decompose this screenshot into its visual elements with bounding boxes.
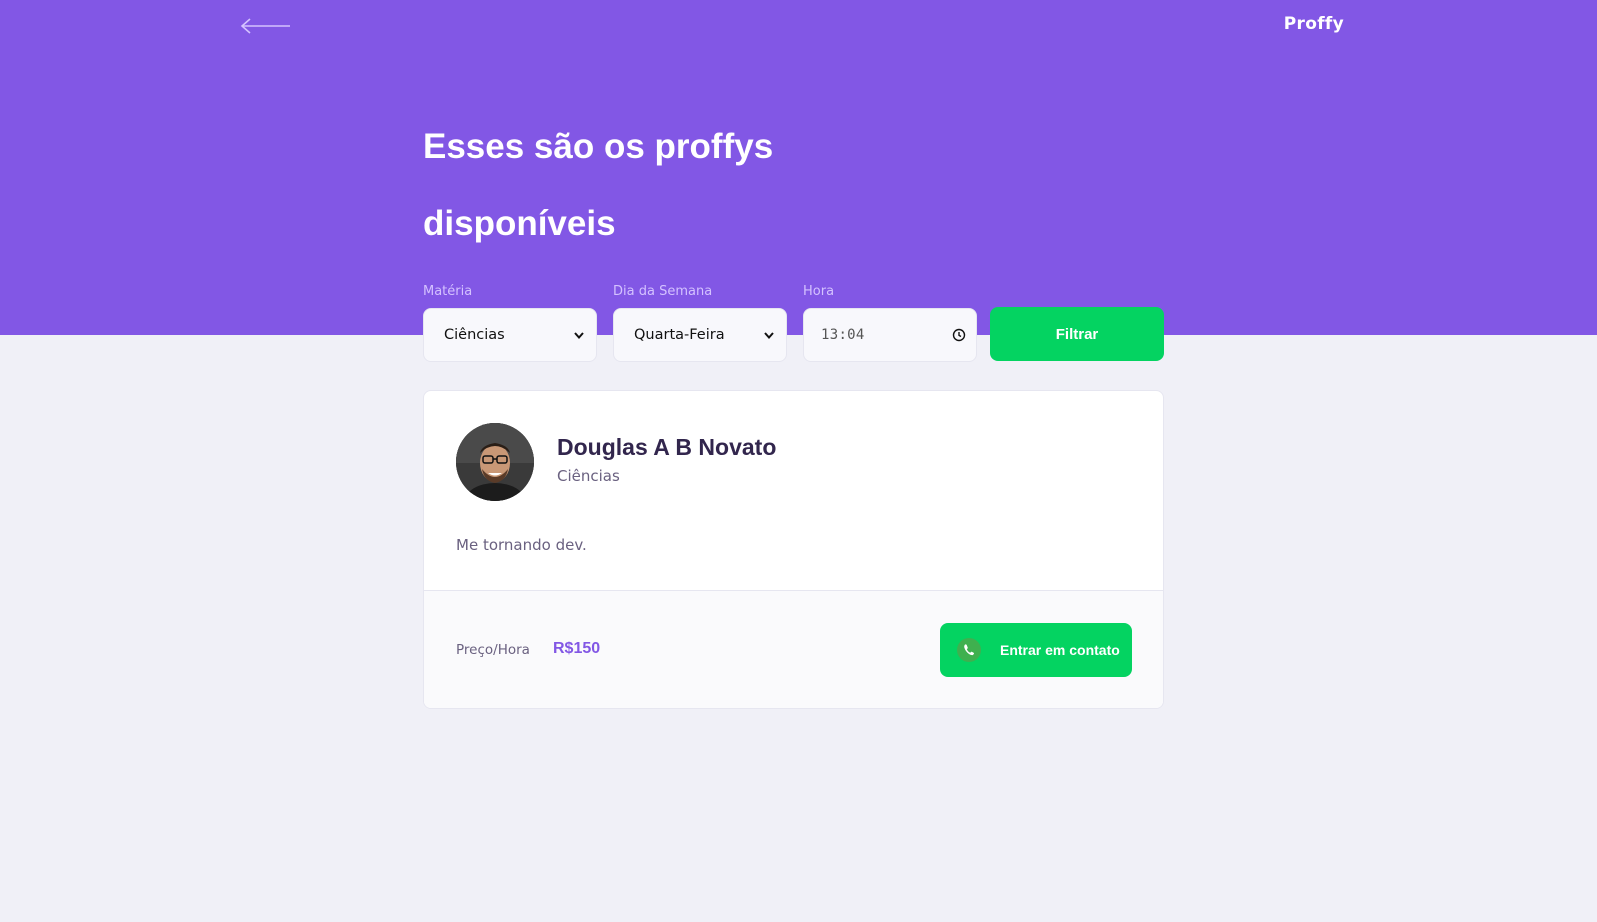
time-input[interactable]: 13:04 <box>803 308 977 362</box>
time-input-value: 13:04 <box>821 327 865 343</box>
weekday-select-value: Quarta-Feira <box>634 327 725 343</box>
logo: Proffy <box>1283 14 1344 34</box>
time-field: Hora 13:04 <box>803 282 977 362</box>
avatar-photo <box>456 423 534 501</box>
chevron-down-icon <box>574 332 584 340</box>
weekday-label: Dia da Semana <box>613 284 713 299</box>
contact-button[interactable]: Entrar em contato <box>940 623 1132 677</box>
subject-select-value: Ciências <box>444 327 505 343</box>
teacher-name: Douglas A B Novato <box>557 434 777 460</box>
price-label: Preço/Hora <box>456 642 530 658</box>
teacher-bio: Me tornando dev. <box>456 536 587 554</box>
price-value: R$150 <box>553 640 601 657</box>
filter-button[interactable]: Filtrar <box>990 307 1164 361</box>
whatsapp-icon <box>957 638 981 662</box>
contact-button-label: Entrar em contato <box>1000 642 1120 658</box>
page-title: Esses são os proffys disponíveis <box>423 127 774 243</box>
clock-icon[interactable] <box>952 328 966 342</box>
weekday-select[interactable]: Quarta-Feira <box>613 308 787 362</box>
avatar <box>456 423 534 501</box>
page-header: Proffy Esses são os proffys disponíveis … <box>0 0 1597 362</box>
arrow-left-icon[interactable] <box>240 16 292 36</box>
teacher-card: Douglas A B Novato Ciências Me tornando … <box>423 390 1164 709</box>
weekday-field: Dia da Semana Quarta-Feira <box>613 282 787 362</box>
time-label: Hora <box>803 284 835 299</box>
chevron-down-icon <box>764 332 774 340</box>
card-footer: Preço/Hora R$150 Entrar em contato <box>424 590 1163 708</box>
subject-label: Matéria <box>423 284 473 299</box>
subject-select[interactable]: Ciências <box>423 308 597 362</box>
subject-field: Matéria Ciências <box>423 282 597 362</box>
teacher-subject: Ciências <box>557 467 620 485</box>
